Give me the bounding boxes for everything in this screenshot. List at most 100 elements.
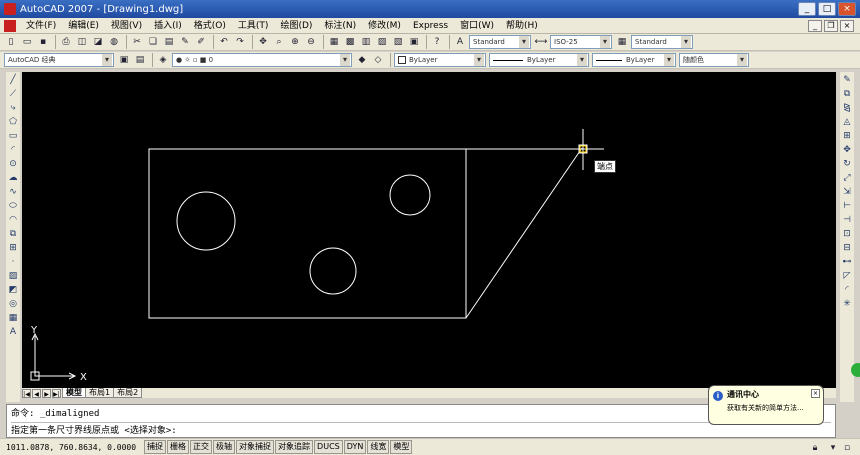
table-icon[interactable]: ▦ [7,312,19,324]
doc-minimize-button[interactable]: _ [808,20,822,32]
print-icon[interactable]: ⎙ [59,35,73,49]
sheet-set-icon[interactable]: ▨ [375,35,389,49]
redo-icon[interactable]: ↷ [233,35,247,49]
tab-prev-icon[interactable]: ◀ [32,388,41,398]
rotate-icon[interactable]: ↻ [841,158,853,170]
menu-help[interactable]: 帮助(H) [500,18,544,34]
drawn-circle-medium[interactable] [309,247,357,295]
command-prompt[interactable]: 指定第一条尺寸界线原点或 <选择对象>: [11,424,831,438]
workspace-select[interactable]: AutoCAD 经典 [4,53,114,67]
help-icon[interactable]: ? [430,35,444,49]
color-select[interactable]: ByLayer [394,53,486,67]
tab-last-icon[interactable]: ▶| [52,388,61,398]
markup-icon[interactable]: ▧ [391,35,405,49]
trim-icon[interactable]: ⊢ [841,200,853,212]
menu-dimension[interactable]: 标注(N) [318,18,362,34]
snap-toggle[interactable]: 捕捉 [144,440,167,454]
move-icon[interactable]: ✥ [841,144,853,156]
drawn-circle-large[interactable] [176,191,236,251]
polar-toggle[interactable]: 极轴 [213,440,236,454]
insert-block-icon[interactable]: ⧉ [7,228,19,240]
menu-modify[interactable]: 修改(M) [362,18,407,34]
calculator-icon[interactable]: ▣ [407,35,421,49]
minimize-button[interactable]: _ [798,2,816,16]
linetype-select[interactable]: ByLayer [489,53,589,67]
menu-draw[interactable]: 绘图(D) [274,18,318,34]
menu-tools[interactable]: 工具(T) [232,18,275,34]
tab-next-icon[interactable]: ▶ [42,388,51,398]
new-file-icon[interactable]: ▯ [4,35,18,49]
zoom-previous-icon[interactable]: ⊖ [304,35,318,49]
extend-icon[interactable]: ⊣ [841,214,853,226]
save-workspace-icon[interactable]: ▤ [133,53,147,67]
drawn-circle-small[interactable] [389,174,431,216]
table-style-select[interactable]: Standard [631,35,693,49]
break-at-point-icon[interactable]: ⊡ [841,228,853,240]
open-file-icon[interactable]: ▭ [20,35,34,49]
multiline-text-icon[interactable]: A [7,326,19,338]
model-toggle[interactable]: 模型 [390,440,413,454]
undo-icon[interactable]: ↶ [217,35,231,49]
drawn-rectangle[interactable] [148,148,467,319]
layer-manager-icon[interactable]: ◈ [156,53,170,67]
workspace-settings-icon[interactable]: ▣ [117,53,131,67]
maximize-button[interactable]: □ [818,2,836,16]
ortho-toggle[interactable]: 正交 [190,440,213,454]
match-properties-icon[interactable]: ✎ [178,35,192,49]
status-menu-icon[interactable]: ▾ [826,441,840,455]
region-icon[interactable]: ◎ [7,298,19,310]
document-icon[interactable] [4,19,16,32]
scale-icon[interactable]: ⤢ [841,172,853,184]
explode-icon[interactable]: ✳ [841,298,853,310]
erase-icon[interactable]: ✎ [841,74,853,86]
tab-first-icon[interactable]: |◀ [22,388,31,398]
doc-restore-button[interactable]: ❐ [824,20,838,32]
hatch-icon[interactable]: ▨ [7,270,19,282]
menu-insert[interactable]: 插入(I) [148,18,188,34]
otrack-toggle[interactable]: 对象追踪 [275,440,314,454]
bubble-close-button[interactable]: × [811,389,820,398]
point-icon[interactable]: · [7,256,19,268]
arc-icon[interactable]: ◜ [7,144,19,156]
mirror-icon[interactable]: ⧎ [841,102,853,114]
print-preview-icon[interactable]: ◫ [75,35,89,49]
close-button[interactable]: × [838,2,856,16]
line-icon[interactable]: ╱ [7,74,19,86]
coordinate-readout[interactable]: 1011.0878, 760.8634, 0.0000 [6,443,136,452]
array-icon[interactable]: ⊞ [841,130,853,142]
ellipse-icon[interactable]: ⬭ [7,200,19,212]
zoom-window-icon[interactable]: ⊕ [288,35,302,49]
menu-edit[interactable]: 编辑(E) [62,18,105,34]
menu-express[interactable]: Express [407,18,454,34]
properties-icon[interactable]: ▦ [327,35,341,49]
pan-icon[interactable]: ✥ [256,35,270,49]
polyline-icon[interactable]: ⤷ [7,102,19,114]
copy-icon[interactable]: ❏ [146,35,160,49]
drawn-aligned-line[interactable] [465,147,583,319]
stretch-icon[interactable]: ⇲ [841,186,853,198]
dyn-toggle[interactable]: DYN [343,440,367,454]
drawing-canvas[interactable]: Y X 端点 [22,72,836,388]
menu-window[interactable]: 窗口(W) [454,18,500,34]
zoom-realtime-icon[interactable]: ⌕ [272,35,286,49]
offset-icon[interactable]: ◬ [841,116,853,128]
rectangle-icon[interactable]: ▭ [7,130,19,142]
save-icon[interactable]: ▪ [36,35,50,49]
lineweight-select[interactable]: ByLayer [592,53,676,67]
clean-screen-icon[interactable]: ▫ [840,441,854,455]
block-editor-icon[interactable]: ✐ [194,35,208,49]
publish-icon[interactable]: ◪ [91,35,105,49]
tab-layout1[interactable]: 布局1 [85,388,115,398]
cut-icon[interactable]: ✂ [130,35,144,49]
paste-icon[interactable]: ▤ [162,35,176,49]
plot-style-select[interactable]: 随颜色 [679,53,749,67]
menu-format[interactable]: 格式(O) [188,18,232,34]
fillet-icon[interactable]: ◜ [841,284,853,296]
tool-palettes-icon[interactable]: ▥ [359,35,373,49]
copy-object-icon[interactable]: ⧉ [841,88,853,100]
ellipse-arc-icon[interactable]: ◠ [7,214,19,226]
doc-close-button[interactable]: × [840,20,854,32]
lineweight-toggle[interactable]: 线宽 [367,440,390,454]
lock-icon[interactable]: 🔒︎ [808,441,822,455]
gradient-icon[interactable]: ◩ [7,284,19,296]
